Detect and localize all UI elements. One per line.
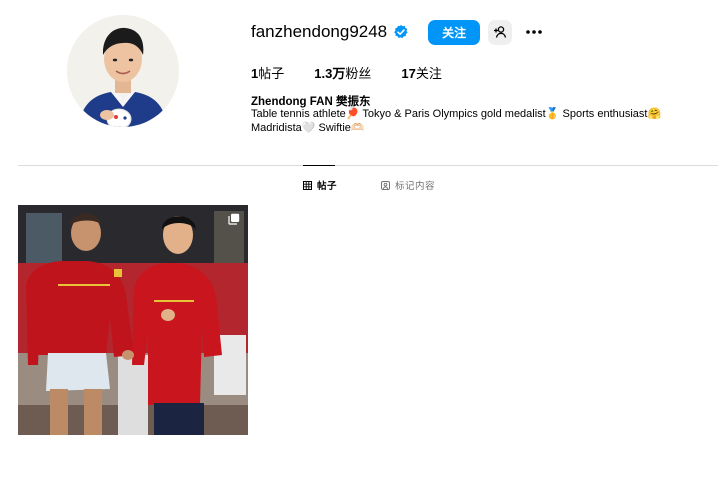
tagged-icon <box>381 180 390 190</box>
tabs-divider <box>18 165 718 166</box>
followers-count: 1.3万 <box>314 66 346 81</box>
multi-photo-icon <box>228 212 240 230</box>
bio: Table tennis athlete🏓 Tokyo & Paris Olym… <box>251 107 691 135</box>
add-user-icon <box>494 26 507 38</box>
posts-stat: 1帖子 <box>251 63 284 82</box>
following-count: 17 <box>401 66 416 81</box>
more-dots-icon <box>526 30 542 34</box>
verified-badge-icon <box>393 24 409 40</box>
tab-tagged[interactable]: 标记内容 <box>381 178 435 192</box>
bio-line-2: Madridista🤍 Swiftie🫶🏻 <box>251 122 365 134</box>
tab-tagged-label: 标记内容 <box>395 181 436 192</box>
tab-posts[interactable]: 帖子 <box>303 178 337 192</box>
following-stat[interactable]: 17关注 <box>401 63 441 82</box>
suggested-users-button[interactable] <box>488 19 513 45</box>
avatar-photo <box>67 15 179 127</box>
active-tab-indicator <box>303 165 335 166</box>
profile-stats: 1帖子 1.3万粉丝 17关注 <box>251 63 472 82</box>
profile-avatar[interactable] <box>67 15 179 127</box>
username: fanzhendong9248 <box>251 22 388 41</box>
bio-line-1: Table tennis athlete🏓 Tokyo & Paris Olym… <box>251 108 662 120</box>
following-label: 关注 <box>415 66 442 81</box>
post-thumbnail[interactable] <box>18 205 248 435</box>
tab-posts-label: 帖子 <box>317 181 338 192</box>
profile-header-row: fanzhendong9248 关注 <box>251 18 546 46</box>
profile-tabs: 帖子 标记内容 <box>0 178 724 194</box>
more-options-button[interactable] <box>522 20 546 45</box>
grid-icon <box>303 180 312 190</box>
followers-label: 粉丝 <box>345 66 372 81</box>
follow-button[interactable]: 关注 <box>428 19 481 45</box>
posts-label: 帖子 <box>258 66 285 81</box>
followers-stat[interactable]: 1.3万粉丝 <box>314 63 371 82</box>
post-photo <box>18 205 248 435</box>
